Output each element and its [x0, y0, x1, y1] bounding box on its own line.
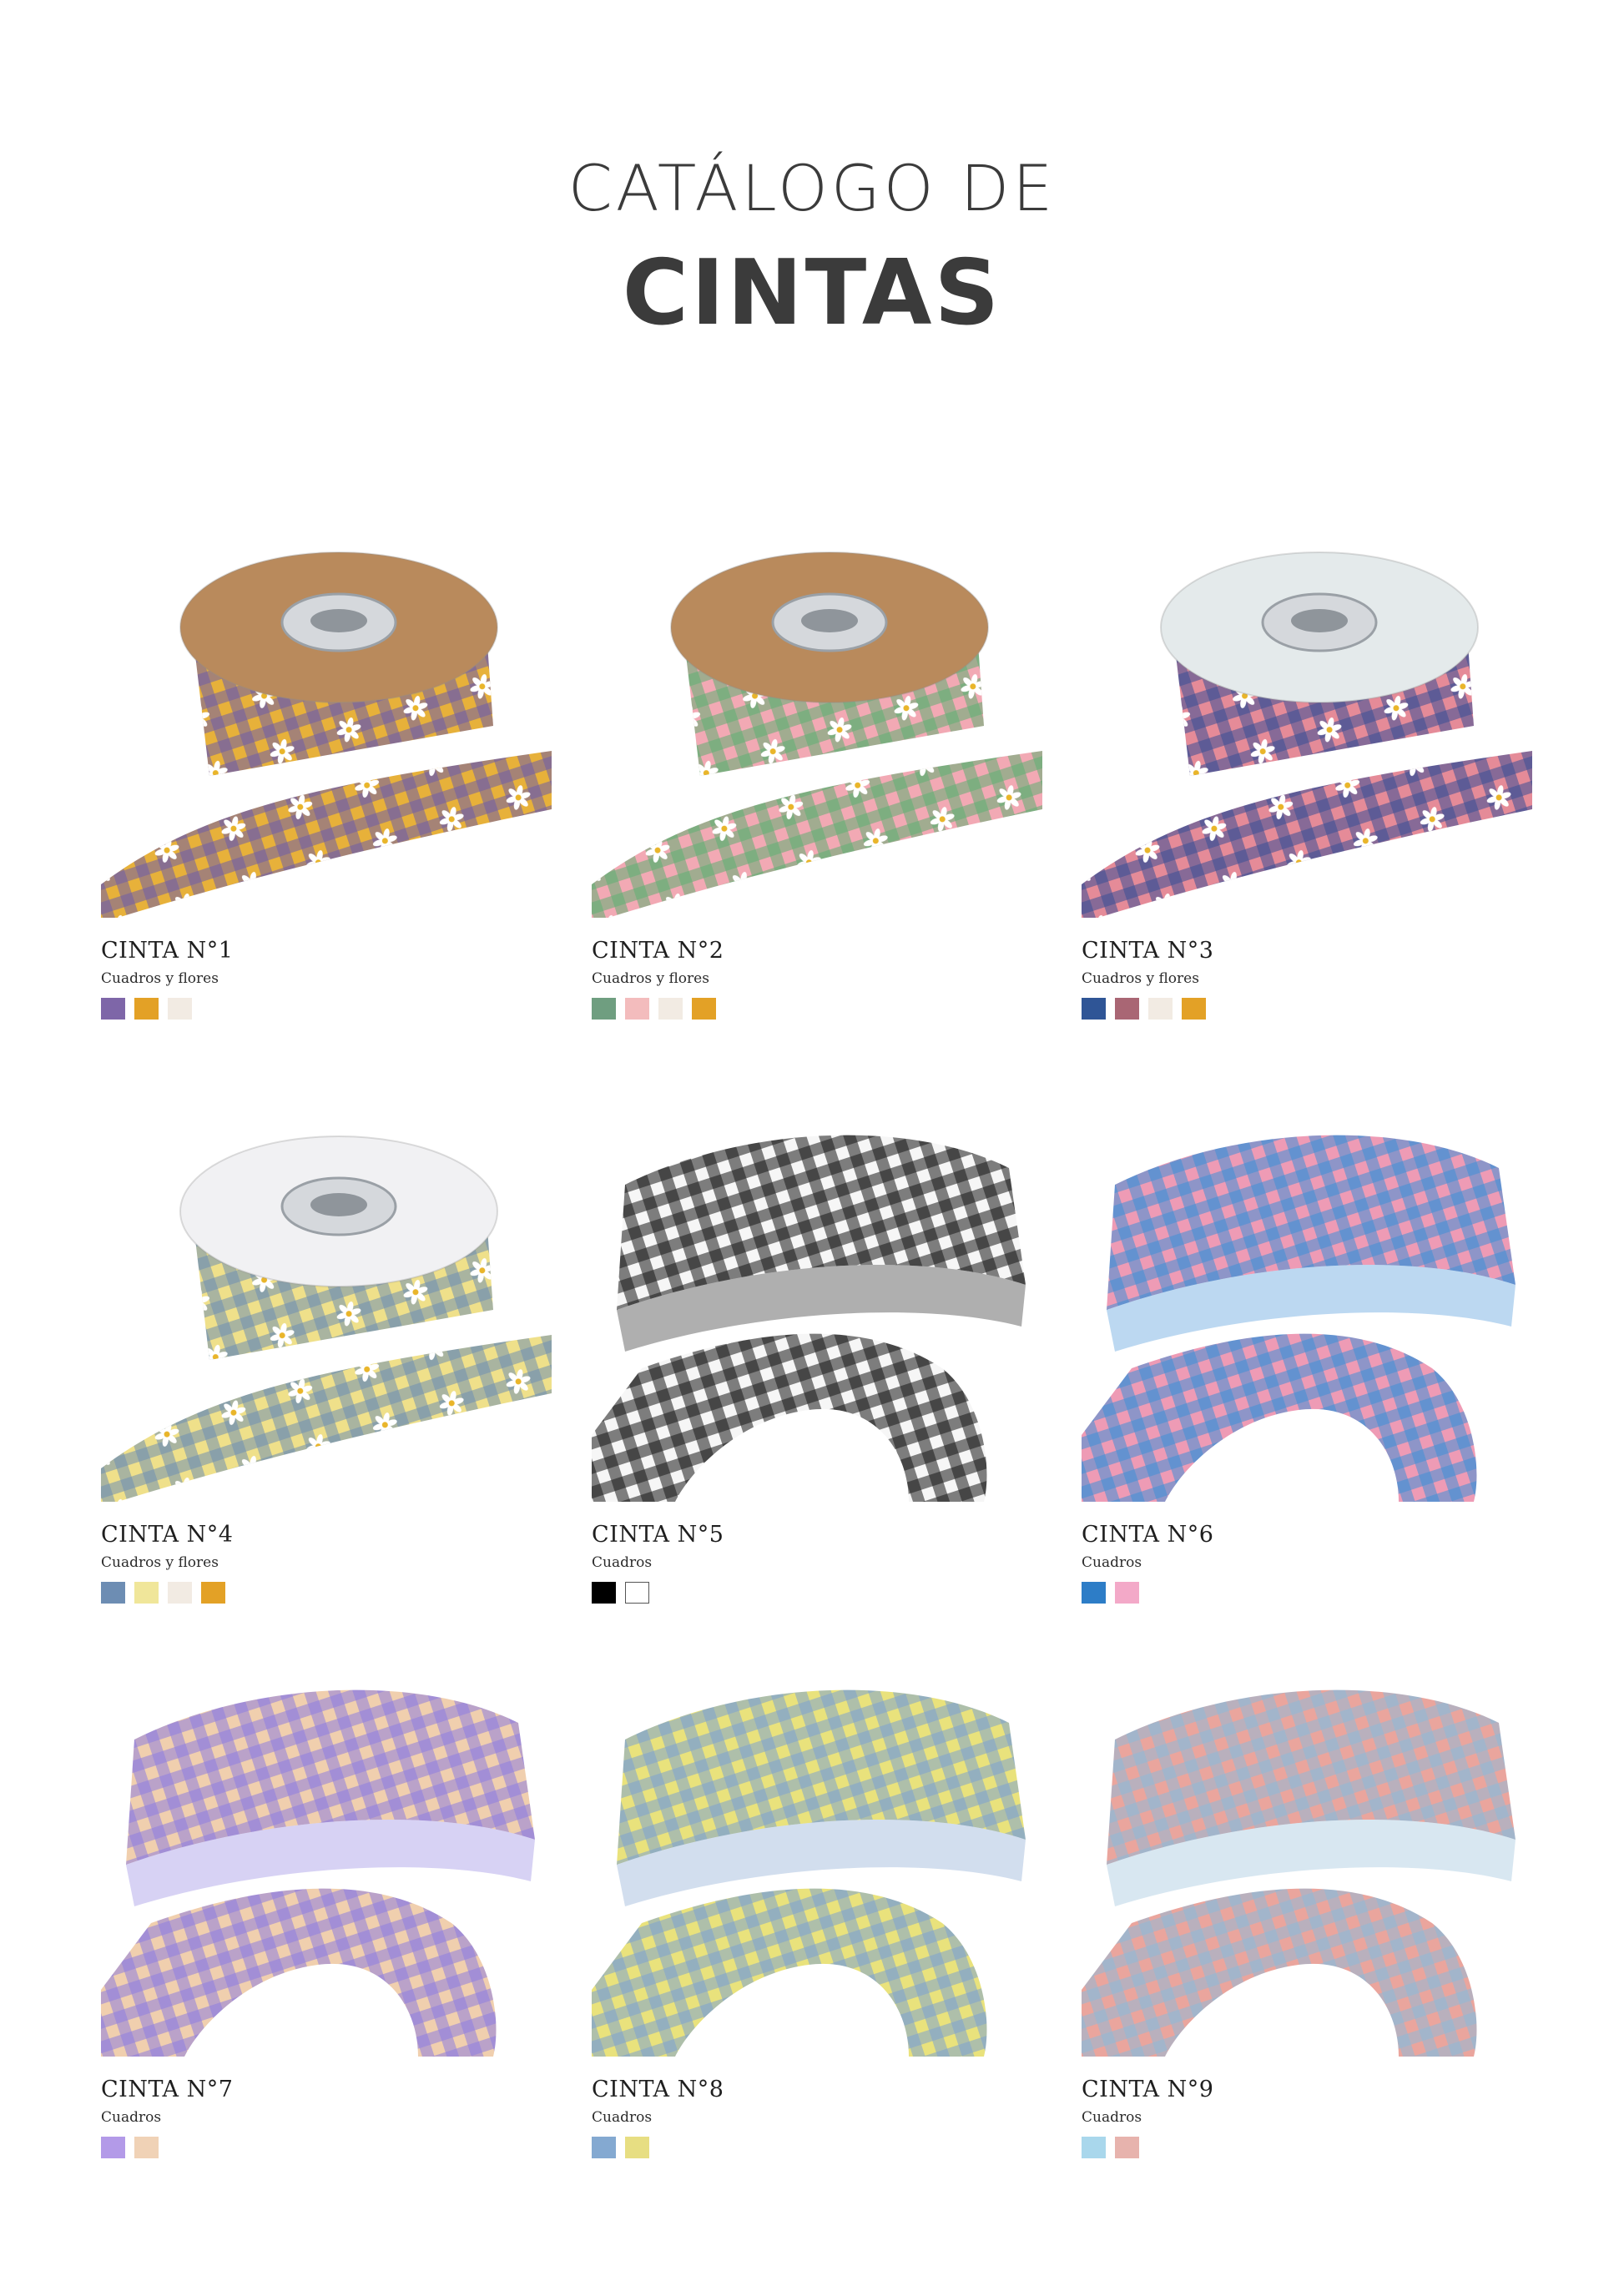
ribbon-description: Cuadros	[1082, 2109, 1142, 2126]
ribbon-description: Cuadros y flores	[101, 1554, 219, 1571]
ribbon-photo	[1082, 1673, 1532, 2057]
ribbon-photo	[1082, 534, 1532, 918]
color-swatches	[1082, 2137, 1532, 2158]
color-swatch	[134, 998, 159, 1020]
color-swatch	[1148, 998, 1173, 1020]
ribbon-image	[592, 534, 1042, 918]
ribbon-card: CINTA N°4 Cuadros y flores	[101, 1118, 552, 1604]
ribbon-description: Cuadros	[592, 2109, 653, 2126]
ribbon-photo	[592, 534, 1042, 918]
ribbon-photo	[101, 1673, 552, 2057]
ribbon-photo	[1082, 1118, 1532, 1502]
ribbon-name: CINTA N°5	[592, 1522, 724, 1548]
color-swatch	[168, 1582, 192, 1604]
ribbon-card: CINTA N°8 Cuadros	[592, 1673, 1042, 2158]
color-swatch	[625, 2137, 649, 2158]
color-swatches	[592, 998, 1042, 1020]
ribbon-card: CINTA N°6 Cuadros	[1082, 1118, 1532, 1604]
ribbon-image	[101, 1118, 552, 1502]
color-swatch	[625, 1582, 649, 1604]
ribbon-name: CINTA N°2	[592, 938, 724, 964]
color-swatches	[1082, 1582, 1532, 1604]
color-swatch	[1115, 2137, 1139, 2158]
ribbon-photo	[101, 534, 552, 918]
color-swatch	[692, 998, 716, 1020]
ribbon-photo	[592, 1673, 1042, 2057]
ribbon-card: CINTA N°5 Cuadros	[592, 1118, 1042, 1604]
ribbon-description: Cuadros	[1082, 1554, 1142, 1571]
ribbon-card: CINTA N°9 Cuadros	[1082, 1673, 1532, 2158]
ribbon-name: CINTA N°9	[1082, 2077, 1214, 2102]
color-swatches	[101, 1582, 552, 1604]
ribbon-image	[101, 1673, 552, 2057]
catalog-title-line1: CATÁLOGO DE	[567, 151, 1057, 225]
color-swatches	[592, 2137, 1042, 2158]
ribbon-description: Cuadros	[592, 1554, 653, 1571]
ribbon-card: CINTA N°2 Cuadros y flores	[592, 534, 1042, 1020]
ribbon-card: CINTA N°7 Cuadros	[101, 1673, 552, 2158]
color-swatch	[1082, 2137, 1106, 2158]
color-swatch	[101, 1582, 125, 1604]
color-swatch	[101, 998, 125, 1020]
ribbon-description: Cuadros	[101, 2109, 162, 2126]
ribbon-name: CINTA N°3	[1082, 938, 1214, 964]
color-swatches	[592, 1582, 1042, 1604]
ribbon-description: Cuadros y flores	[101, 970, 219, 987]
color-swatch	[592, 2137, 616, 2158]
color-swatches	[101, 2137, 552, 2158]
ribbon-photo	[592, 1118, 1042, 1502]
ribbon-description: Cuadros y flores	[1082, 970, 1199, 987]
color-swatch	[1115, 1582, 1139, 1604]
color-swatch	[201, 1582, 225, 1604]
catalog-title-line2: CINTAS	[622, 241, 1002, 345]
ribbon-name: CINTA N°7	[101, 2077, 234, 2102]
color-swatch	[1182, 998, 1206, 1020]
ribbon-photo	[101, 1118, 552, 1502]
ribbon-image	[592, 1673, 1042, 2057]
ribbon-image	[101, 534, 552, 918]
ribbon-name: CINTA N°8	[592, 2077, 724, 2102]
color-swatch	[1082, 1582, 1106, 1604]
color-swatches	[101, 998, 552, 1020]
ribbon-card: CINTA N°1 Cuadros y flores	[101, 534, 552, 1020]
ribbon-image	[592, 1118, 1042, 1502]
color-swatch	[101, 2137, 125, 2158]
ribbon-image	[1082, 1673, 1532, 2057]
ribbon-card: CINTA N°3 Cuadros y flores	[1082, 534, 1532, 1020]
ribbon-description: Cuadros y flores	[592, 970, 709, 987]
ribbon-image	[1082, 534, 1532, 918]
color-swatch	[625, 998, 649, 1020]
color-swatch	[1115, 998, 1139, 1020]
color-swatch	[592, 1582, 616, 1604]
color-swatch	[134, 1582, 159, 1604]
color-swatch	[592, 998, 616, 1020]
ribbon-name: CINTA N°6	[1082, 1522, 1214, 1548]
ribbon-name: CINTA N°4	[101, 1522, 234, 1548]
color-swatch	[168, 998, 192, 1020]
color-swatch	[134, 2137, 159, 2158]
ribbon-name: CINTA N°1	[101, 938, 234, 964]
ribbon-image	[1082, 1118, 1532, 1502]
color-swatches	[1082, 998, 1532, 1020]
color-swatch	[1082, 998, 1106, 1020]
color-swatch	[658, 998, 683, 1020]
